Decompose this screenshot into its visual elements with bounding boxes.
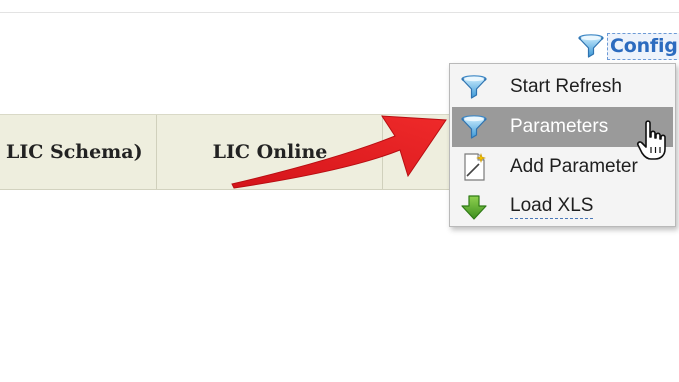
config-button[interactable]: Config	[576, 30, 679, 62]
menu-item-load-xls[interactable]: Load XLS	[452, 187, 673, 227]
column-header-lic-online[interactable]: LIC Online	[157, 115, 383, 189]
menu-item-label: Add Parameter	[510, 156, 638, 177]
menu-item-start-refresh[interactable]: Start Refresh	[452, 67, 673, 107]
column-divider	[382, 115, 383, 189]
menu-item-label: Start Refresh	[510, 76, 622, 97]
menu-item-label: Parameters	[510, 116, 609, 137]
funnel-icon	[452, 107, 496, 147]
column-header-lic-schema[interactable]: LIC Schema)	[0, 115, 156, 189]
column-header-label: LIC Schema)	[6, 141, 143, 163]
funnel-icon	[578, 34, 604, 58]
hand-cursor-icon	[636, 120, 666, 160]
page: LIC Schema) LIC Online Config Start Refr…	[0, 0, 679, 382]
table-header: LIC Schema) LIC Online	[0, 114, 470, 190]
funnel-icon	[452, 67, 496, 107]
column-header-label: LIC Online	[212, 141, 328, 163]
top-divider	[0, 12, 679, 13]
config-label: Config	[607, 32, 679, 60]
green-down-arrow-icon	[452, 187, 496, 227]
new-document-icon	[452, 147, 496, 187]
menu-item-label: Load XLS	[510, 195, 594, 219]
